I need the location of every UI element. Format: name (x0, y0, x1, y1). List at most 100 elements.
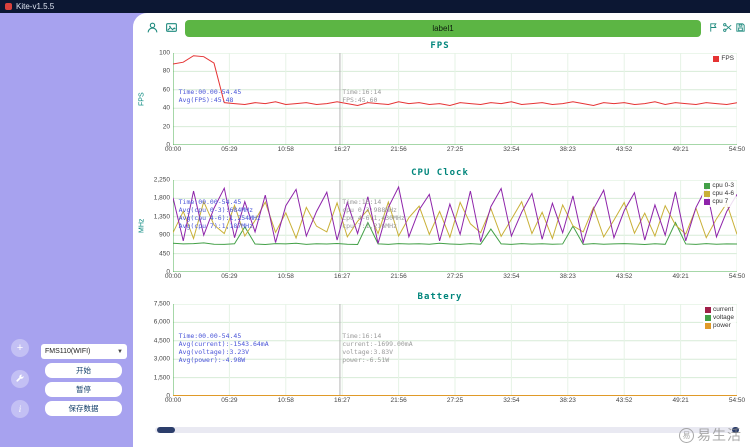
x-tick-label: 49:21 (672, 273, 689, 280)
y-tick-label: 40 (162, 104, 170, 112)
y-tick-label: 3,000 (153, 355, 170, 363)
x-axis-ticks: 00:00 05:29 10:58 16:27 21:56 27:25 32:54 38:23… (165, 145, 745, 154)
scissors-icon[interactable] (722, 22, 733, 33)
flag-icon[interactable] (708, 22, 719, 33)
legend-item: current (705, 306, 734, 314)
screenshot-icon[interactable] (165, 21, 178, 34)
y-tick-label: 1,500 (153, 374, 170, 382)
legend-swatch (704, 183, 711, 189)
battery-chart: Battery 0 1,500 3,000 4,500 6,000 7,500 curre… (137, 292, 745, 405)
app-icon (5, 3, 12, 10)
wrench-icon (15, 374, 25, 384)
y-tick-label: 450 (159, 250, 170, 258)
watermark-text: 易生活 (697, 427, 742, 443)
legend-swatch (705, 323, 712, 329)
legend-label: cpu 0-3 (712, 182, 734, 189)
x-tick-label: 43:52 (616, 273, 633, 280)
legend-swatch (705, 315, 712, 321)
pause-button[interactable]: 暂停 (45, 382, 122, 397)
save-data-button[interactable]: 保存数据 (45, 401, 122, 416)
legend-item: cpu 0-3 (704, 182, 734, 190)
watermark-logo-icon: 易 (679, 427, 694, 443)
chart-legend: cpu 0-3 cpu 4-6 cpu 7 (702, 181, 736, 207)
x-tick-label: 16:27 (334, 146, 351, 153)
x-tick-label: 32:54 (503, 397, 520, 404)
chart-tooltip: Time:16:14 FPS:45.60 (342, 87, 382, 104)
chart-title: FPS (430, 41, 450, 51)
chart-title: CPU Clock (411, 168, 469, 178)
x-tick-label: 21:56 (390, 146, 407, 153)
y-tick-label: 4,500 (153, 337, 170, 345)
legend-label: current (713, 306, 734, 313)
legend-swatch (713, 56, 720, 62)
cpu-clock-chart: CPU Clock MHz 0 450 900 1,350 1,800 2,250 cpu… (137, 168, 746, 281)
legend-swatch (704, 199, 711, 205)
label-input[interactable]: label1 (185, 20, 701, 37)
legend-item: voltage (705, 314, 734, 322)
fps-plot-area[interactable]: FPS Time:00.00-54.45 Avg(FPS):45.48 Time:16… (173, 53, 737, 145)
y-tick-label: 20 (162, 123, 170, 131)
legend-label: power (713, 322, 731, 329)
legend-label: voltage (713, 314, 734, 321)
timeline-scrollbar-left-handle[interactable] (157, 427, 175, 433)
y-axis-ticks: 0 450 900 1,350 1,800 2,250 (147, 177, 173, 276)
chart-tooltip: Time:00.00-54.45 Avg(cpu 0-3):684MHz Avg(c… (178, 198, 261, 231)
y-tick-label: 1,350 (153, 213, 170, 221)
x-tick-label: 54:50 (728, 273, 746, 280)
y-axis-label (137, 304, 147, 396)
x-tick-label: 32:54 (503, 273, 520, 280)
x-tick-label: 05:29 (221, 146, 238, 153)
fps-chart: FPS FPS 0 20 40 60 80 100 FPS Time:00.00-54.45… (137, 41, 746, 154)
cpu-plot-area[interactable]: cpu 0-3 cpu 4-6 cpu 7 Time:00.00-54.45 Avg(c… (173, 180, 737, 272)
y-tick-label: 900 (159, 231, 170, 239)
x-tick-label: 00:00 (164, 146, 182, 153)
x-tick-label: 00:00 (164, 397, 182, 404)
legend-item: power (705, 322, 734, 330)
device-select-value: FMS110(WIFI) (45, 348, 91, 355)
x-tick-label: 16:27 (334, 397, 351, 404)
legend-label: FPS (721, 55, 734, 62)
y-axis-label: MHz (138, 218, 146, 234)
add-button[interactable]: + (11, 339, 29, 357)
x-tick-label: 10:58 (277, 273, 294, 280)
x-tick-label: 27:25 (446, 146, 464, 153)
y-tick-label: 100 (159, 49, 170, 57)
x-tick-label: 21:56 (390, 273, 407, 280)
start-button[interactable]: 开始 (45, 363, 122, 378)
chart-tooltip: Time:16:14 cpu 0-3:988MHz cpu 4-6:1,430MHz… (342, 198, 405, 231)
legend-item: cpu 4-6 (704, 190, 734, 198)
user-icon[interactable] (146, 21, 159, 34)
timeline-scrollbar[interactable] (155, 427, 739, 433)
y-axis-ticks: 0 1,500 3,000 4,500 6,000 7,500 (147, 300, 173, 400)
chevron-down-icon: ▼ (117, 348, 123, 355)
x-tick-label: 49:21 (672, 397, 689, 404)
save-icon[interactable] (735, 22, 746, 33)
window-title: Kite-v1.5.5 (16, 2, 55, 11)
x-tick-label: 54:50 (728, 397, 746, 404)
y-tick-label: 7,500 (153, 300, 170, 308)
y-tick-label: 60 (162, 86, 170, 94)
legend-item: FPS (713, 55, 734, 63)
x-tick-label: 38:23 (559, 397, 576, 404)
chart-tooltip: Time:00.00-54.45 Avg(FPS):45.48 (178, 87, 242, 104)
battery-plot-area[interactable]: current voltage power Time:00.00-54.45 Avg(c… (173, 304, 737, 396)
chart-legend: current voltage power (703, 305, 736, 331)
x-tick-label: 00:00 (164, 273, 182, 280)
x-tick-label: 38:23 (559, 146, 576, 153)
legend-swatch (704, 191, 711, 197)
add-icon: + (16, 342, 24, 354)
x-tick-label: 27:25 (446, 397, 464, 404)
x-axis-ticks: 00:00 05:29 10:58 16:27 21:56 27:25 32:54 38:23… (165, 396, 745, 405)
device-select[interactable]: FMS110(WIFI) ▼ (41, 344, 127, 359)
x-tick-label: 10:58 (277, 146, 294, 153)
tools-button[interactable] (11, 370, 29, 388)
x-tick-label: 54:50 (728, 146, 746, 153)
x-tick-label: 49:21 (672, 146, 689, 153)
y-axis-ticks: 0 20 40 60 80 100 (147, 49, 173, 149)
x-axis-ticks: 00:00 05:29 10:58 16:27 21:56 27:25 32:54 38:23… (165, 272, 745, 281)
info-button[interactable]: i (11, 400, 29, 418)
chart-legend: FPS (711, 54, 736, 64)
legend-label: cpu 7 (712, 198, 729, 205)
x-tick-label: 38:23 (559, 273, 576, 280)
watermark: 易 易生活 (679, 425, 742, 445)
